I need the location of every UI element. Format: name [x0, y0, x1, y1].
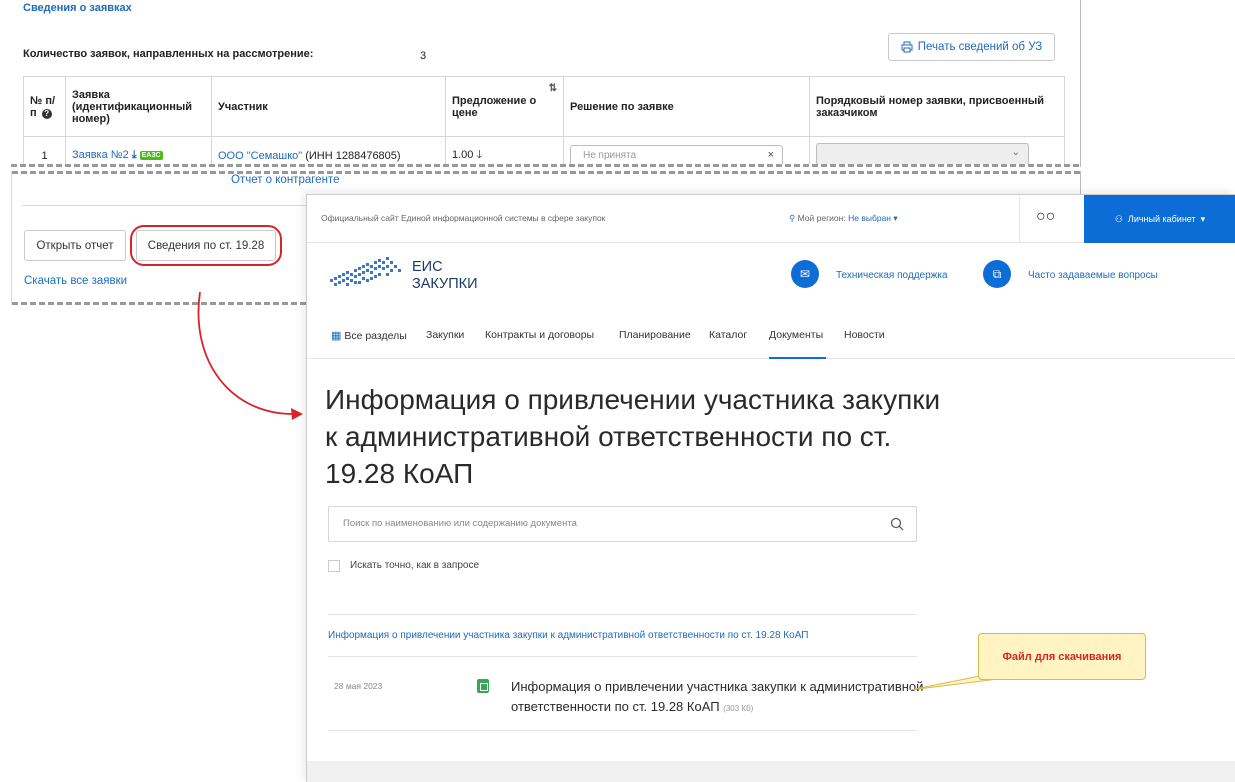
document-title: Информация о привлечении участника закуп…	[511, 679, 924, 714]
download-icon[interactable]: ⤓	[132, 149, 137, 161]
document-date: 28 мая 2023	[334, 681, 383, 691]
column-header-order-number: Порядковый номер заявки, присвоенный зак…	[809, 76, 1065, 137]
highlight-ring	[130, 225, 282, 266]
sort-icon[interactable]: ⇅	[549, 83, 557, 94]
table-row: 1 Заявка №2 ⤓ ЕАЗС ООО "Семашко" (ИНН 1288…	[23, 136, 1065, 167]
nav-item-planning[interactable]: Планирование	[619, 329, 691, 341]
row-num: 1	[23, 136, 66, 167]
location-pin-icon: ⚲	[789, 213, 796, 223]
application-link[interactable]: Заявка №2	[72, 149, 129, 161]
exact-search-label[interactable]: Искать точно, как в запросе	[350, 560, 479, 571]
file-icon[interactable]	[477, 679, 489, 693]
nav-item-purchases[interactable]: Закупки	[426, 329, 464, 341]
column-header-decision: Решение по заявке	[563, 76, 810, 137]
personal-cabinet-label: Личный кабинет	[1127, 214, 1196, 224]
eis-page: Официальный сайт Единой информационной с…	[306, 194, 1235, 782]
order-number-select[interactable]: ⌄	[816, 143, 1029, 165]
nav-item-all-sections[interactable]: ▦ Все разделы	[331, 329, 407, 342]
support-link[interactable]: Техническая поддержка	[836, 270, 948, 281]
caret-down-icon: ▾	[1200, 213, 1206, 224]
download-all-link[interactable]: Скачать все заявки	[24, 275, 127, 287]
region-value: Не выбран	[848, 213, 891, 223]
connector-arrow	[197, 291, 296, 415]
price-value: 1.00	[452, 149, 474, 161]
faq-icon[interactable]: ⧉	[983, 260, 1011, 288]
region-selector[interactable]: ⚲ Мой регион: Не выбран ▾	[789, 213, 898, 224]
exact-search-checkbox[interactable]	[328, 560, 340, 572]
grid-icon: ▦	[331, 330, 342, 342]
region-label: Мой регион:	[797, 213, 846, 223]
faq-link[interactable]: Часто задаваемые вопросы	[1028, 270, 1158, 281]
applications-table: № п/п ? Заявка (идентификационный номер)…	[23, 76, 1065, 167]
participant-inn: (ИНН 1288476805)	[305, 149, 401, 162]
divider	[328, 614, 917, 615]
download-file-callout: Файл для скачивания	[978, 633, 1146, 680]
document-size: (303 Кб)	[723, 704, 754, 713]
active-tab-indicator	[769, 357, 826, 359]
nav-item-contracts[interactable]: Контракты и договоры	[485, 329, 594, 341]
column-header-participant: Участник	[211, 76, 446, 137]
divider	[328, 730, 917, 731]
page-title: Информация о привлечении участника закуп…	[325, 384, 941, 489]
eis-top-bar: Официальный сайт Единой информационной с…	[307, 195, 1235, 243]
document-title-link[interactable]: Информация о привлечении участника закуп…	[511, 677, 931, 719]
search-icon[interactable]	[890, 517, 904, 531]
main-nav: ▦ Все разделы Закупки Контракты и догово…	[307, 313, 1235, 359]
divider	[328, 656, 917, 657]
decision-select-value: Не принята	[583, 149, 637, 161]
open-report-button[interactable]: Открыть отчет	[24, 230, 126, 261]
logo-line-1: ЕИС	[412, 259, 443, 275]
footer-band	[307, 761, 1235, 782]
logo-line-2: ЗАКУПКИ	[412, 276, 478, 292]
printer-icon	[901, 41, 913, 53]
mail-icon[interactable]: ✉	[791, 260, 819, 288]
print-participant-info-button[interactable]: Печать сведений об УЗ	[888, 33, 1055, 61]
column-header-application: Заявка (идентификационный номер)	[65, 76, 212, 137]
caret-down-icon: ▾	[893, 213, 898, 223]
user-icon: ⚇	[1114, 213, 1123, 224]
print-button-label: Печать сведений об УЗ	[917, 41, 1043, 53]
arrowhead-icon	[291, 408, 303, 420]
section-title: Сведения о заявках	[23, 2, 132, 14]
eazs-badge: ЕАЗС	[139, 150, 163, 160]
category-link[interactable]: Информация о привлечении участника закуп…	[328, 630, 808, 641]
applications-panel-top: Сведения о заявках Количество заявок, на…	[11, 0, 1081, 167]
search-input[interactable]: Поиск по наименованию или содержанию док…	[328, 506, 917, 542]
eis-logo-icon[interactable]	[328, 255, 406, 295]
help-icon[interactable]: ?	[41, 108, 52, 119]
nav-item-documents[interactable]: Документы	[769, 329, 823, 341]
glasses-icon[interactable]: ○○	[1036, 208, 1055, 226]
search-placeholder: Поиск по наименованию или содержанию док…	[343, 518, 577, 529]
personal-cabinet-button[interactable]: ⚇ Личный кабинет ▾	[1084, 195, 1235, 243]
column-header-num: № п/п ?	[23, 76, 66, 137]
nav-item-news[interactable]: Новости	[844, 329, 885, 341]
column-header-price[interactable]: Предложение о цене ⇅	[445, 76, 564, 137]
nav-item-catalog[interactable]: Каталог	[709, 329, 747, 341]
arrow-down-icon: 🡓	[476, 149, 483, 161]
decision-select[interactable]: Не принята ×	[570, 144, 783, 167]
counterparty-report-link[interactable]: Отчет о контрагенте	[231, 174, 339, 186]
participant-link[interactable]: ООО "Семашко"	[218, 150, 302, 162]
applications-count-label: Количество заявок, направленных на рассм…	[23, 48, 314, 60]
clear-icon[interactable]: ×	[768, 149, 774, 161]
eis-logo-text[interactable]: ЕИС ЗАКУПКИ	[412, 259, 478, 293]
divider	[1019, 195, 1020, 243]
chevron-down-icon: ⌄	[1011, 147, 1020, 158]
nav-label: Все разделы	[344, 330, 407, 342]
official-site-label: Официальный сайт Единой информационной с…	[321, 213, 606, 223]
applications-count-value: 3	[420, 50, 427, 62]
